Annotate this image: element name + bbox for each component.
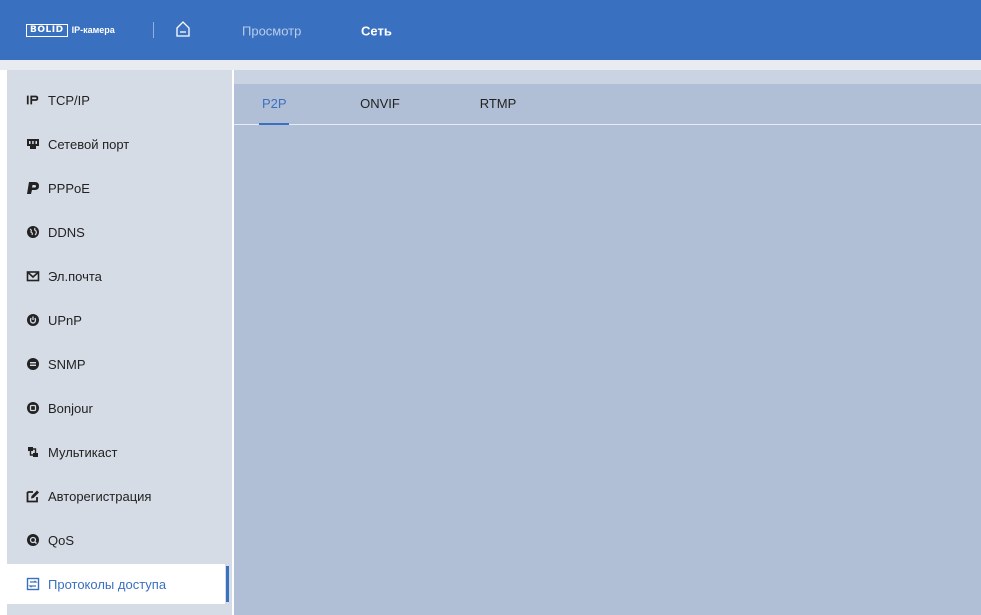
sidebar-item-bonjour[interactable]: Bonjour (7, 388, 225, 428)
multicast-icon (26, 445, 40, 459)
network-port-icon (26, 137, 40, 151)
sidebar-item-snmp[interactable]: SNMP (7, 344, 225, 384)
sidebar-item-multicast[interactable]: Мультикаст (7, 432, 225, 472)
sidebar-item-label: QoS (48, 532, 75, 548)
edit-icon (26, 489, 40, 503)
top-strip (0, 60, 981, 70)
header-separator (153, 22, 154, 38)
logo-text: IP-камера (71, 25, 115, 35)
sidebar-item-tcpip[interactable]: TCP/IP (7, 80, 225, 120)
sidebar-item-email[interactable]: Эл.почта (7, 256, 225, 296)
sidebar-item-upnp[interactable]: UPnP (7, 300, 225, 340)
sidebar-item-label: Авторегистрация (48, 488, 152, 504)
logo-box: BOLID (26, 23, 68, 37)
snmp-icon (26, 357, 40, 371)
main-content: P2P ONVIF RTMP (234, 70, 981, 615)
sidebar-item-network-port[interactable]: Сетевой порт (7, 124, 225, 164)
sidebar-item-label: DDNS (48, 224, 85, 240)
home-icon[interactable] (175, 20, 191, 38)
access-protocols-icon (26, 577, 40, 591)
sidebar-item-label: TCP/IP (48, 92, 90, 108)
sidebar-item-label: Bonjour (48, 400, 93, 416)
sidebar: TCP/IP Сетевой порт PPPoE DDNS Эл.почта … (7, 70, 232, 615)
sidebar-item-qos[interactable]: QoS (7, 520, 225, 560)
sidebar-item-label: SNMP (48, 356, 86, 372)
tab-bar: P2P ONVIF RTMP (234, 84, 981, 125)
nav-preview[interactable]: Просмотр (242, 24, 301, 39)
sidebar-item-label: UPnP (48, 312, 82, 328)
globe-icon (26, 225, 40, 239)
sidebar-item-label: Эл.почта (48, 268, 102, 284)
sidebar-item-label: Протоколы доступа (48, 576, 167, 592)
sidebar-item-label: PPPoE (48, 180, 90, 196)
tab-p2p[interactable]: P2P (259, 84, 289, 125)
pppoe-icon (26, 181, 40, 195)
sidebar-item-ddns[interactable]: DDNS (7, 212, 225, 252)
ip-icon (26, 93, 40, 107)
sidebar-item-access-protocols[interactable]: Протоколы доступа (7, 564, 229, 604)
power-icon (26, 313, 40, 327)
sidebar-item-pppoe[interactable]: PPPoE (7, 168, 225, 208)
nav-network[interactable]: Сеть (361, 24, 392, 39)
sidebar-item-label: Мультикаст (48, 444, 118, 460)
tab-onvif[interactable]: ONVIF (358, 84, 402, 124)
brand-logo: BOLID IP-камера (26, 23, 115, 37)
sidebar-item-auto-registration[interactable]: Авторегистрация (7, 476, 225, 516)
mail-icon (26, 269, 40, 283)
qos-icon (26, 533, 40, 547)
main-top-strip (234, 70, 981, 84)
top-header: BOLID IP-камера Просмотр Сеть (0, 0, 981, 60)
sidebar-item-label: Сетевой порт (48, 136, 130, 152)
tab-rtmp[interactable]: RTMP (478, 84, 518, 124)
tab-content-area (234, 125, 981, 615)
bonjour-icon (26, 401, 40, 415)
